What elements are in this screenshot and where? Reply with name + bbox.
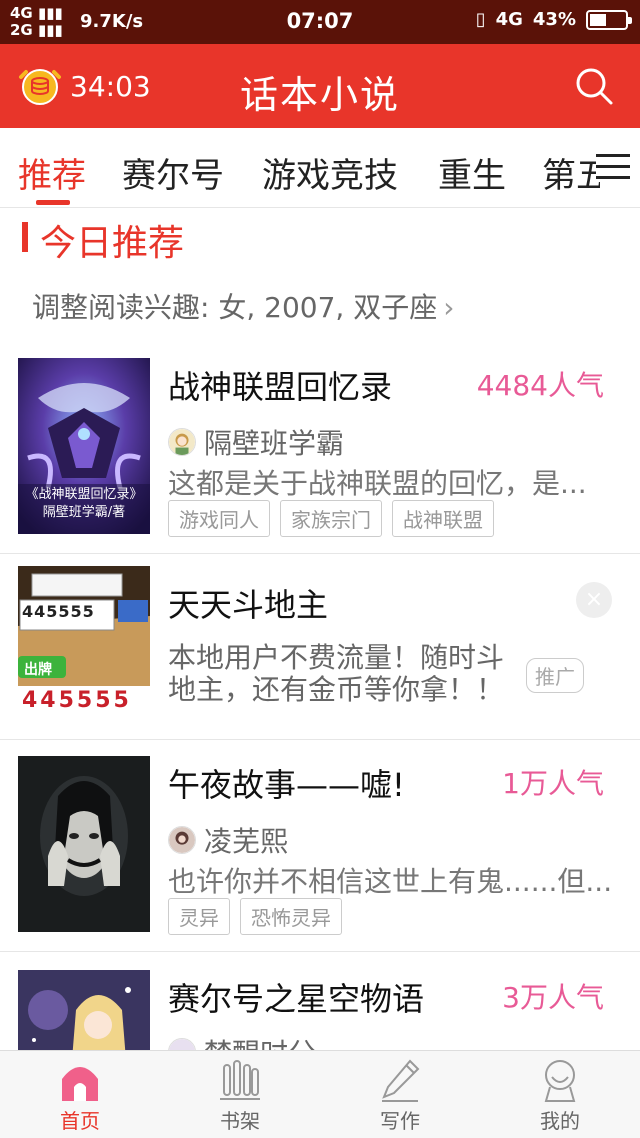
network-right: 4G [495,9,523,30]
chevron-right-icon: › [443,291,455,324]
ad-image: 445555 出牌 445555 [18,566,150,716]
tag[interactable]: 恐怖灵异 [240,898,342,935]
tab-next[interactable]: 第五 [542,148,600,197]
book-description: 也许你并不相信这世上有鬼......但... [168,865,613,898]
nav-profile[interactable]: 我的 [500,1057,620,1134]
book-description: 这都是关于战神联盟的回忆，是... [168,467,587,500]
tag[interactable]: 家族宗门 [280,500,382,537]
close-icon[interactable]: × [576,582,612,618]
nav-write[interactable]: 写作 [340,1057,460,1134]
book-title[interactable]: 赛尔号之星空物语 [168,974,424,1020]
app-title: 话本小说 [239,73,400,117]
category-tabs: 推荐 赛尔号 游戏竞技 重生 第五 [0,128,640,208]
tab-recommend[interactable]: 推荐 [18,148,86,197]
status-bar: 4G ▮▮▮ 2G ▮▮▮ 9.7K/s 07:07 ▯ 4G 43% [0,0,640,44]
author[interactable]: 梦醒时分 [168,1032,316,1050]
tab-seer[interactable]: 赛尔号 [122,148,224,197]
adjust-interest-link[interactable]: 调整阅读兴趣: 女, 2007, 双子座 › [32,286,454,326]
popularity-count: 1万人气 [502,767,604,800]
avatar [168,1038,196,1050]
ad-item[interactable]: 445555 出牌 445555 天天斗地主 × 本地用户不费流量！随时斗地主，… [0,566,640,740]
app-header: 34:03 话本小说 [0,44,640,128]
book-cover [18,970,150,1050]
popularity-count: 3万人气 [502,981,604,1014]
book-title[interactable]: 午夜故事——嘘! [168,760,405,806]
list-item[interactable]: 《战神联盟回忆录》 隔壁班学霸/著 战神联盟回忆录 4484人气 隔壁班学霸 这… [0,358,640,554]
tab-game-competition[interactable]: 游戏竞技 [262,148,398,197]
vibrate-icon: ▯ [475,9,486,30]
pen-icon [382,1059,420,1102]
author[interactable]: 隔壁班学霸 [168,422,344,462]
book-cover: 《战神联盟回忆录》 隔壁班学霸/著 [18,358,150,534]
book-title[interactable]: 战神联盟回忆录 [168,362,392,408]
nav-bookshelf[interactable]: 书架 [180,1057,300,1134]
author[interactable]: 凌芜熙 [168,820,288,860]
list-item[interactable]: 午夜故事——嘘! 1万人气 凌芜熙 也许你并不相信这世上有鬼......但...… [0,756,640,952]
list-item[interactable]: 赛尔号之星空物语 3万人气 梦醒时分 [0,970,640,1050]
ad-title[interactable]: 天天斗地主 [168,580,328,626]
book-cover [18,756,150,932]
section-marker [22,222,28,252]
tab-rebirth[interactable]: 重生 [438,148,506,197]
section-title: 今日推荐 [40,223,185,264]
home-icon [62,1067,98,1101]
bookshelf-icon [220,1060,260,1100]
tag-list: 游戏同人 家族宗门 战神联盟 [168,500,494,537]
active-tab-indicator [36,200,70,205]
menu-icon[interactable] [596,154,630,182]
bottom-navigation: 首页 书架 写作 我的 [0,1050,640,1138]
cover-author-text: 隔壁班学霸/著 [42,505,126,520]
tag[interactable]: 灵异 [168,898,230,935]
tag-list: 灵异 恐怖灵异 [168,898,342,935]
profile-icon [544,1060,576,1102]
tag[interactable]: 战神联盟 [392,500,494,537]
battery-percent: 43% [532,9,576,30]
cover-title-text: 《战神联盟回忆录》 [25,487,143,502]
tag[interactable]: 游戏同人 [168,500,270,537]
promotion-badge: 推广 [526,658,584,693]
avatar [168,826,196,854]
battery-icon [586,9,632,30]
ad-description: 本地用户不费流量！随时斗地主，还有金币等你拿！！ [168,641,505,706]
avatar [168,428,196,456]
popularity-count: 4484人气 [476,369,604,402]
nav-home[interactable]: 首页 [20,1057,140,1134]
search-icon[interactable] [574,66,614,106]
